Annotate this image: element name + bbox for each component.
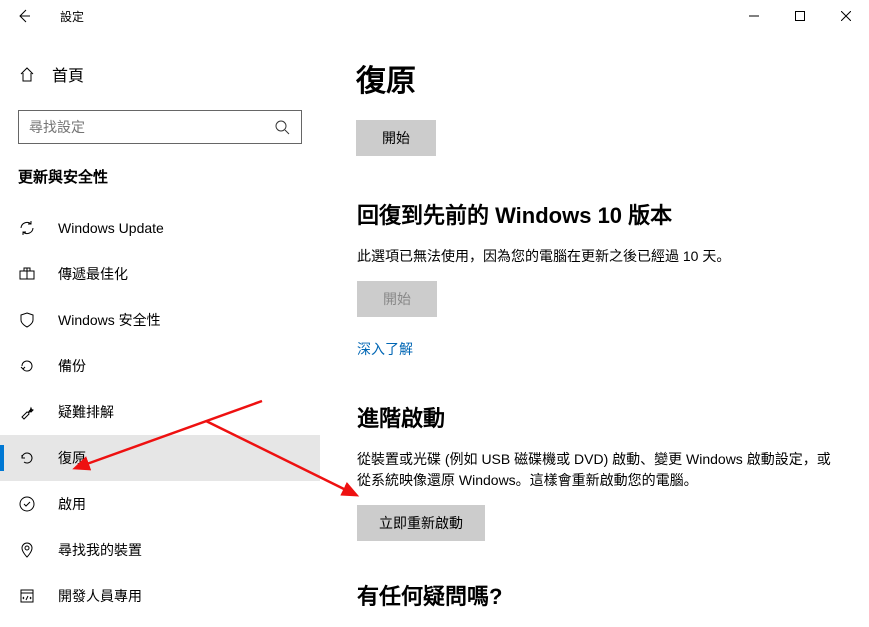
location-icon — [18, 541, 36, 559]
titlebar: 設定 — [0, 0, 869, 32]
search-box[interactable] — [18, 110, 302, 144]
goback-desc: 此選項已無法使用，因為您的電腦在更新之後已經過 10 天。 — [357, 246, 839, 267]
back-button[interactable] — [0, 0, 48, 32]
learn-more-link[interactable]: 深入了解 — [357, 339, 413, 359]
recovery-icon — [18, 449, 36, 467]
sidebar-item-label: 復原 — [58, 448, 86, 468]
search-icon — [273, 118, 291, 136]
sidebar-item-recovery[interactable]: 復原 — [0, 435, 320, 481]
sidebar-item-label: 備份 — [58, 356, 86, 376]
advanced-title: 進階啟動 — [357, 401, 839, 433]
home-icon — [18, 65, 36, 83]
sidebar-item-activation[interactable]: 啟用 — [0, 481, 320, 527]
maximize-button[interactable] — [777, 0, 823, 32]
sidebar-item-troubleshoot[interactable]: 疑難排解 — [0, 389, 320, 435]
advanced-startup-section: 進階啟動 從裝置或光碟 (例如 USB 磁碟機或 DVD) 啟動、變更 Wind… — [356, 401, 839, 541]
faq-section: 有任何疑問嗎? 創建恢復驅動器 — [356, 579, 839, 627]
arrow-left-icon — [15, 7, 33, 25]
minimize-button[interactable] — [731, 0, 777, 32]
maximize-icon — [795, 11, 805, 21]
sidebar-item-label: 啟用 — [58, 494, 86, 514]
window-title: 設定 — [60, 8, 84, 25]
sidebar-item-windows-security[interactable]: Windows 安全性 — [0, 297, 320, 343]
backup-icon — [18, 357, 36, 375]
sidebar-item-label: 傳遞最佳化 — [58, 264, 128, 284]
developer-icon — [18, 587, 36, 605]
home-button[interactable]: 首頁 — [0, 56, 320, 92]
sidebar-item-developers[interactable]: 開發人員專用 — [0, 573, 320, 619]
sidebar: 首頁 更新與安全性 Windows Update 傳遞最佳化 Windows 安… — [0, 32, 320, 627]
faq-title: 有任何疑問嗎? — [357, 579, 839, 611]
sidebar-item-windows-update[interactable]: Windows Update — [0, 205, 320, 251]
sidebar-item-backup[interactable]: 備份 — [0, 343, 320, 389]
home-label: 首頁 — [52, 62, 84, 86]
sidebar-item-label: 尋找我的裝置 — [58, 540, 142, 560]
goback-title: 回復到先前的 Windows 10 版本 — [357, 198, 839, 230]
check-circle-icon — [18, 495, 36, 513]
content-pane: 復原 開始 回復到先前的 Windows 10 版本 此選項已無法使用，因為您的… — [320, 32, 869, 627]
page-title: 復原 — [356, 56, 839, 100]
wrench-icon — [18, 403, 36, 421]
sidebar-item-label: Windows 安全性 — [58, 310, 161, 330]
sidebar-item-find-my-device[interactable]: 尋找我的裝置 — [0, 527, 320, 573]
delivery-icon — [18, 265, 36, 283]
reset-pc-button[interactable]: 開始 — [356, 120, 436, 156]
search-input[interactable] — [29, 119, 273, 135]
minimize-icon — [749, 11, 759, 21]
advanced-desc: 從裝置或光碟 (例如 USB 磁碟機或 DVD) 啟動、變更 Windows 啟… — [357, 449, 839, 491]
sidebar-item-delivery-optimization[interactable]: 傳遞最佳化 — [0, 251, 320, 297]
close-button[interactable] — [823, 0, 869, 32]
goback-button: 開始 — [357, 281, 437, 317]
goback-section: 回復到先前的 Windows 10 版本 此選項已無法使用，因為您的電腦在更新之… — [356, 198, 839, 359]
sidebar-item-label: 疑難排解 — [58, 402, 114, 422]
sidebar-item-label: Windows Update — [58, 220, 164, 236]
window-controls — [731, 0, 869, 32]
sync-icon — [18, 219, 36, 237]
close-icon — [841, 11, 851, 21]
sidebar-item-label: 開發人員專用 — [58, 586, 142, 606]
restart-now-button[interactable]: 立即重新啟動 — [357, 505, 485, 541]
shield-icon — [18, 311, 36, 329]
category-title: 更新與安全性 — [0, 166, 320, 187]
